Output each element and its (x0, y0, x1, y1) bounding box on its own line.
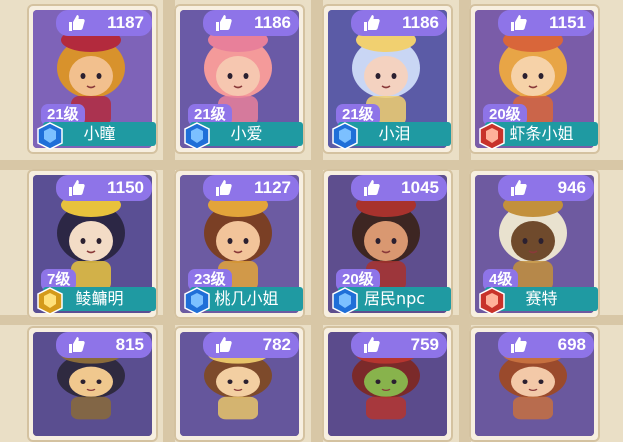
resident-card[interactable]: 1187 21级 小瞳 (27, 4, 158, 154)
resident-card[interactable]: 1186 21级 小爱 (174, 4, 305, 154)
like-count-pill[interactable]: 759 (351, 332, 447, 358)
like-count-pill[interactable]: 782 (203, 332, 299, 358)
blue-rank-badge-icon (184, 122, 210, 150)
resident-card[interactable]: 1045 20级 居民npc (322, 169, 453, 319)
like-count-pill[interactable]: 815 (56, 332, 152, 358)
red-rank-badge-icon (479, 122, 505, 150)
resident-card[interactable]: 759 (322, 326, 453, 442)
resident-card[interactable]: 1127 23级 桃几小姐 (174, 169, 305, 319)
like-count-pill[interactable]: 1127 (203, 175, 299, 201)
like-thumb-icon (69, 180, 85, 196)
like-thumb-icon (216, 337, 232, 353)
like-thumb-icon (216, 180, 232, 196)
like-count: 1186 (254, 13, 291, 32)
like-count: 1045 (401, 178, 439, 197)
like-thumb-icon (216, 15, 232, 31)
like-count-pill[interactable]: 1186 (203, 10, 299, 36)
like-thumb-icon (511, 15, 527, 31)
like-count-pill[interactable]: 1151 (498, 10, 594, 36)
like-count-pill[interactable]: 698 (498, 332, 594, 358)
gold-rank-badge-icon (37, 287, 63, 315)
like-thumb-icon (511, 337, 527, 353)
like-count: 698 (557, 335, 586, 354)
blue-rank-badge-icon (184, 287, 210, 315)
like-count: 815 (115, 335, 144, 354)
like-count-pill[interactable]: 1186 (351, 10, 447, 36)
blue-rank-badge-icon (37, 122, 63, 150)
blue-rank-badge-icon (332, 287, 358, 315)
like-thumb-icon (364, 337, 380, 353)
like-thumb-icon (364, 180, 380, 196)
resident-card[interactable]: 1151 20级 虾条小姐 (469, 4, 600, 154)
like-count-pill[interactable]: 1187 (56, 10, 152, 36)
like-count: 782 (262, 335, 291, 354)
like-thumb-icon (69, 337, 85, 353)
like-count: 759 (410, 335, 439, 354)
like-count: 1150 (107, 178, 144, 197)
like-count-pill[interactable]: 1150 (56, 175, 152, 201)
like-thumb-icon (511, 180, 527, 196)
resident-card[interactable]: 698 (469, 326, 600, 442)
red-rank-badge-icon (479, 287, 505, 315)
resident-card[interactable]: 1186 21级 小泪 (322, 4, 453, 154)
resident-card[interactable]: 946 4级 赛特 (469, 169, 600, 319)
resident-card[interactable]: 782 (174, 326, 305, 442)
resident-card[interactable]: 1150 7级 鲮鳙明 (27, 169, 158, 319)
like-count: 946 (557, 178, 586, 197)
like-count: 1127 (254, 178, 291, 197)
like-count: 1187 (107, 13, 144, 32)
like-thumb-icon (69, 15, 85, 31)
resident-gallery-board: 1187 21级 小瞳 1186 21级 小爱 1186 21级 小泪 1151 20级 虾条小姐 11… (0, 0, 623, 442)
like-thumb-icon (364, 15, 380, 31)
resident-card[interactable]: 815 (27, 326, 158, 442)
like-count: 1151 (549, 13, 586, 32)
like-count: 1186 (402, 13, 439, 32)
like-count-pill[interactable]: 1045 (351, 175, 447, 201)
blue-rank-badge-icon (332, 122, 358, 150)
like-count-pill[interactable]: 946 (498, 175, 594, 201)
